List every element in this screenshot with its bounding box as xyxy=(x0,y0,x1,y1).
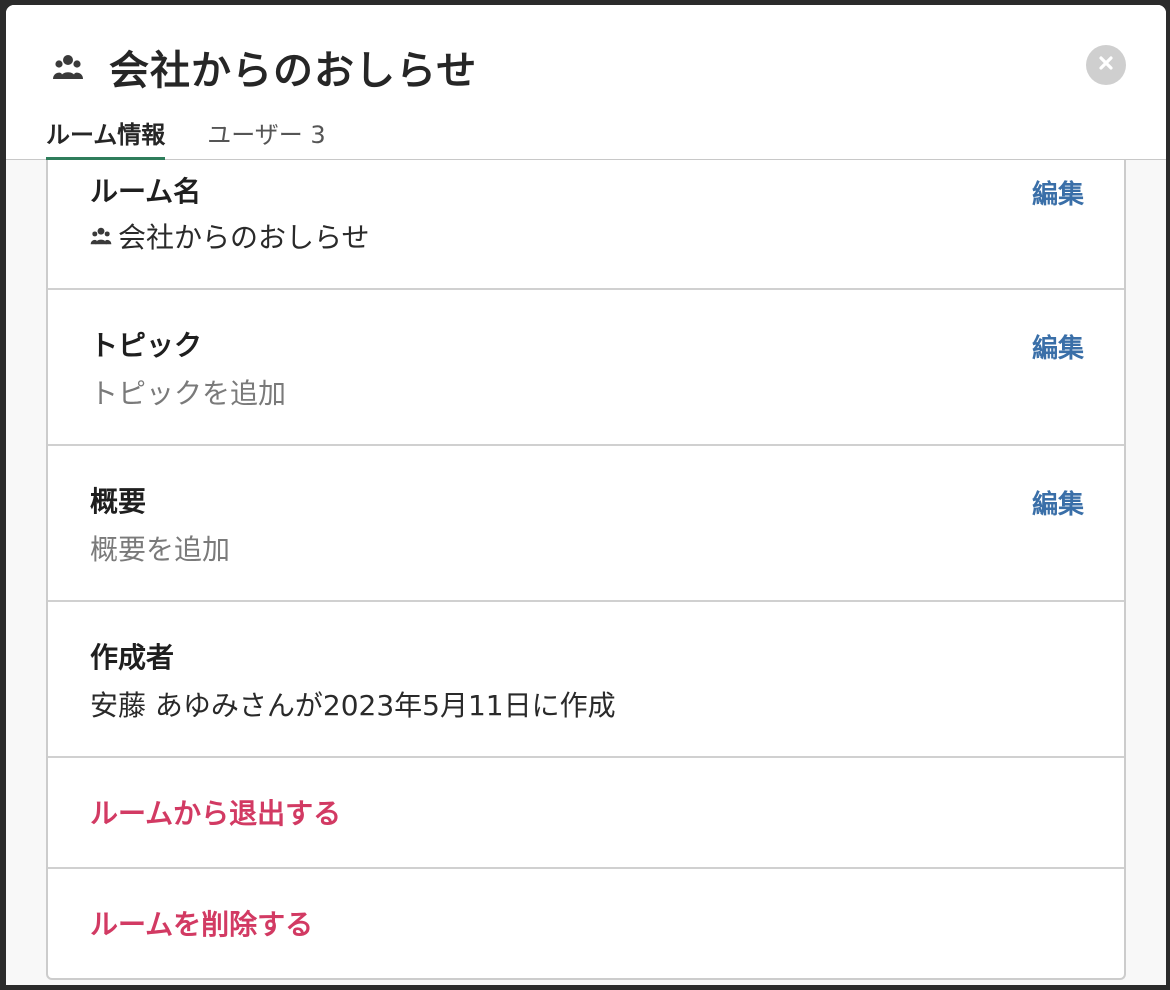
edit-overview-button[interactable]: 編集 xyxy=(1032,484,1084,521)
people-group-icon xyxy=(52,51,84,83)
people-group-icon xyxy=(90,225,112,247)
room-info-panel: ルーム名 会社からのおしらせ 編集 トピック トピックを追加 編集 概要 概要を… xyxy=(46,160,1126,980)
topic-label: トピック xyxy=(90,329,203,362)
edit-topic-button[interactable]: 編集 xyxy=(1032,328,1084,365)
room-name-value: 会社からのおしらせ xyxy=(90,216,369,256)
tab-bar: ルーム情報 ユーザー 3 xyxy=(46,111,326,160)
topic-placeholder: トピックを追加 xyxy=(90,377,287,410)
close-button[interactable] xyxy=(1086,45,1126,85)
leave-section: ルームから退出する xyxy=(48,758,1124,869)
creator-section: 作成者 安藤 あゆみさんが2023年5月11日に作成 xyxy=(48,602,1124,758)
edit-room-name-button[interactable]: 編集 xyxy=(1032,174,1084,211)
room-name-text: 会社からのおしらせ xyxy=(118,221,370,254)
delete-section: ルームを削除する xyxy=(48,869,1124,977)
topic-section: トピック トピックを追加 編集 xyxy=(48,290,1124,446)
overview-label: 概要 xyxy=(90,485,147,518)
creator-value: 安藤 あゆみさんが2023年5月11日に作成 xyxy=(90,689,616,722)
room-name-section: ルーム名 会社からのおしらせ 編集 xyxy=(48,160,1124,290)
room-name-label: ルーム名 xyxy=(90,175,202,208)
creator-label: 作成者 xyxy=(90,641,175,674)
leave-room-button[interactable]: ルームから退出する xyxy=(90,792,341,832)
overview-section: 概要 概要を追加 編集 xyxy=(48,446,1124,602)
dialog-title: 会社からのおしらせ xyxy=(109,48,478,94)
delete-room-button[interactable]: ルームを削除する xyxy=(90,903,313,943)
tab-users[interactable]: ユーザー 3 xyxy=(207,111,325,160)
close-icon xyxy=(1097,54,1115,76)
title-row: 会社からのおしらせ xyxy=(52,41,478,94)
dialog-header: 会社からのおしらせ ルーム情報 ユーザー 3 xyxy=(6,5,1166,160)
tab-room-info[interactable]: ルーム情報 xyxy=(46,111,166,160)
overview-placeholder: 概要を追加 xyxy=(90,533,231,566)
room-details-dialog: 会社からのおしらせ ルーム情報 ユーザー 3 ルーム名 会社からのおしらせ 編集… xyxy=(6,5,1166,985)
